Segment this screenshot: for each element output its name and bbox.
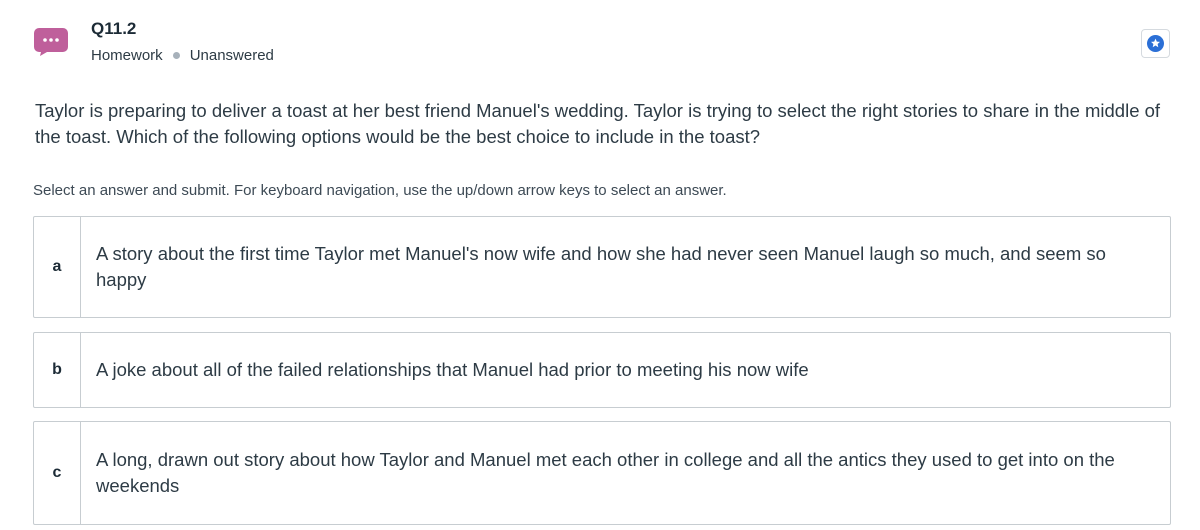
bookmark-button[interactable]	[1141, 29, 1170, 58]
option-letter: c	[34, 422, 81, 524]
separator-dot	[172, 52, 180, 59]
answer-option-b[interactable]: b A joke about all of the failed relatio…	[33, 332, 1171, 408]
answer-option-a[interactable]: a A story about the first time Taylor me…	[33, 216, 1171, 318]
question-status: Unanswered	[189, 47, 274, 64]
question-page: Q11.2 Homework Unanswered Taylor is prep…	[0, 0, 1200, 530]
option-letter: a	[34, 217, 81, 317]
question-title: Q11.2	[91, 19, 137, 38]
option-text: A story about the first time Taylor met …	[96, 243, 1106, 290]
option-text: A joke about all of the failed relations…	[96, 359, 809, 380]
option-text: A long, drawn out story about how Taylor…	[96, 449, 1115, 496]
answer-instructions: Select an answer and submit. For keyboar…	[33, 182, 727, 199]
star-icon	[1147, 35, 1164, 52]
chat-bubble-ellipsis-icon	[33, 27, 69, 57]
question-prompt: Taylor is preparing to deliver a toast a…	[35, 100, 1161, 147]
question-category: Homework	[91, 47, 163, 64]
question-meta: Homework Unanswered	[91, 47, 274, 64]
answer-option-c[interactable]: c A long, drawn out story about how Tayl…	[33, 421, 1171, 525]
option-letter: b	[34, 333, 81, 407]
